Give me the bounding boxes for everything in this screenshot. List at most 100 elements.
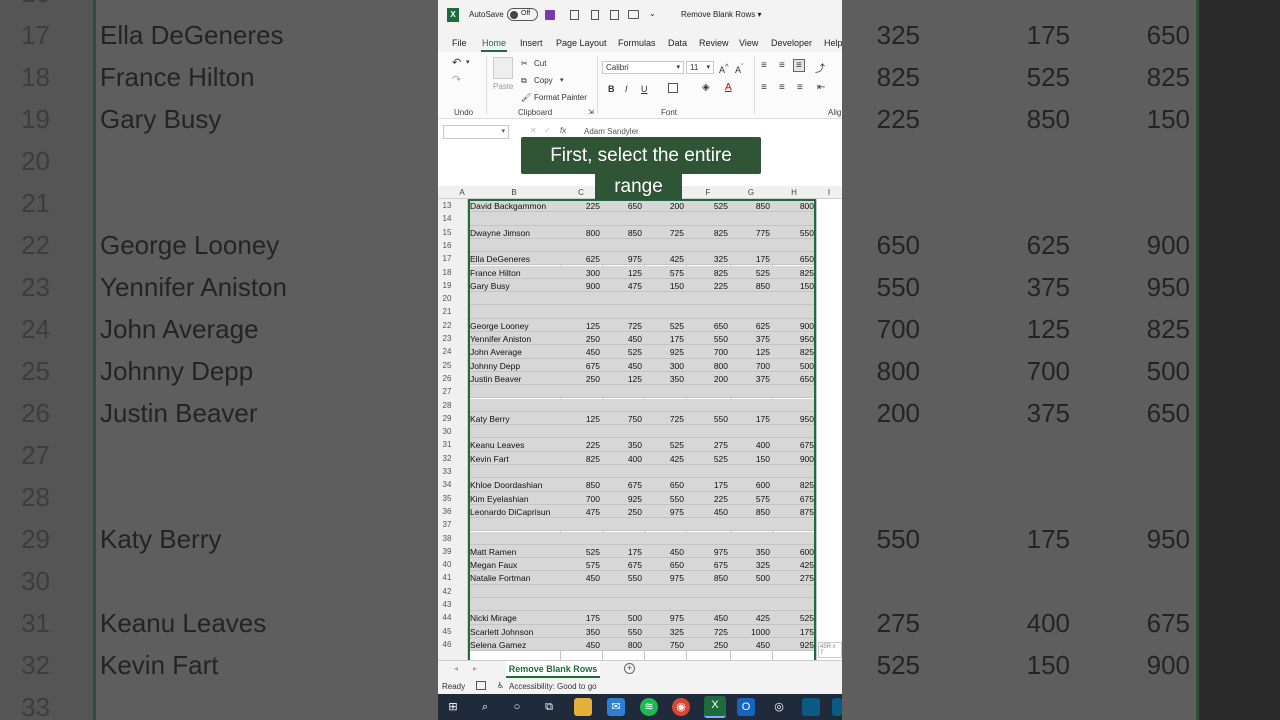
font-color-icon[interactable]: A: [725, 82, 732, 93]
tab-home[interactable]: Home: [482, 38, 506, 48]
add-sheet-icon[interactable]: +: [624, 663, 635, 674]
cell-value[interactable]: 350: [644, 374, 684, 384]
cell-value[interactable]: 800: [560, 228, 600, 238]
cut-icon[interactable]: ✂: [521, 59, 528, 68]
cell-value[interactable]: 125: [602, 374, 642, 384]
cell-value[interactable]: 375: [730, 374, 770, 384]
cell-value[interactable]: 950: [774, 334, 814, 344]
cell-value[interactable]: 500: [730, 573, 770, 583]
column-header[interactable]: F: [686, 188, 730, 197]
tab-help[interactable]: Help: [824, 38, 842, 48]
insert-function-icon[interactable]: fx: [560, 126, 566, 135]
borders-icon[interactable]: [668, 83, 678, 93]
cell-value[interactable]: 675: [688, 560, 728, 570]
row-number[interactable]: 14: [438, 214, 456, 223]
cell-value[interactable]: 900: [560, 281, 600, 291]
cell-value[interactable]: 650: [774, 254, 814, 264]
cell-value[interactable]: 525: [688, 454, 728, 464]
table-row[interactable]: [468, 598, 816, 612]
cell-name[interactable]: Kim Eyelashian: [470, 494, 529, 504]
cell-value[interactable]: 175: [730, 414, 770, 424]
cell-value[interactable]: 500: [774, 361, 814, 371]
table-row[interactable]: [468, 398, 816, 412]
cell-value[interactable]: 725: [644, 414, 684, 424]
cell-value[interactable]: 150: [730, 454, 770, 464]
cell-value[interactable]: 125: [560, 414, 600, 424]
cell-value[interactable]: 325: [730, 560, 770, 570]
cell-name[interactable]: David Backgammon: [470, 201, 546, 211]
cell-name[interactable]: Nicki Mirage: [470, 613, 517, 623]
cortana-icon[interactable]: ○: [508, 698, 526, 716]
cell-value[interactable]: 525: [644, 440, 684, 450]
row-number[interactable]: 15: [438, 228, 456, 237]
align-middle-icon[interactable]: ≡: [779, 60, 785, 71]
tab-view[interactable]: View: [739, 38, 758, 48]
cell-value[interactable]: 750: [644, 640, 684, 650]
cancel-entry-icon[interactable]: ✕: [530, 126, 537, 135]
cell-value[interactable]: 200: [688, 374, 728, 384]
cell-name[interactable]: Megan Faux: [470, 560, 517, 570]
cell-value[interactable]: 450: [560, 640, 600, 650]
table-row[interactable]: [468, 212, 816, 226]
copy-icon[interactable]: ⧉: [521, 76, 527, 86]
cell-name[interactable]: Justin Beaver: [470, 374, 522, 384]
autosave-toggle[interactable]: Off: [507, 8, 538, 21]
cell-value[interactable]: 800: [688, 361, 728, 371]
cell-value[interactable]: 450: [560, 347, 600, 357]
undo-icon[interactable]: ↶: [452, 56, 461, 69]
align-bottom-icon[interactable]: ≡: [793, 59, 805, 72]
cell-value[interactable]: 700: [730, 361, 770, 371]
next-sheet-icon[interactable]: ▸: [473, 664, 477, 673]
cell-value[interactable]: 775: [730, 228, 770, 238]
row-number[interactable]: 26: [438, 374, 456, 383]
column-header[interactable]: I: [816, 188, 842, 197]
row-number[interactable]: 19: [438, 281, 456, 290]
decrease-font-size-icon[interactable]: Aˇ: [735, 62, 744, 75]
cell-value[interactable]: 625: [560, 254, 600, 264]
cell-value[interactable]: 400: [602, 454, 642, 464]
cell-value[interactable]: 325: [644, 627, 684, 637]
row-number[interactable]: 37: [438, 520, 456, 529]
row-number[interactable]: 22: [438, 321, 456, 330]
cell-value[interactable]: 550: [644, 494, 684, 504]
paste-button[interactable]: Paste: [493, 82, 513, 91]
row-number[interactable]: 13: [438, 201, 456, 210]
cell-value[interactable]: 475: [602, 281, 642, 291]
cell-value[interactable]: 125: [602, 268, 642, 278]
copy-button[interactable]: Copy: [534, 76, 553, 85]
cell-value[interactable]: 700: [688, 347, 728, 357]
cell-value[interactable]: 900: [774, 321, 814, 331]
table-row[interactable]: [468, 425, 816, 439]
row-number[interactable]: 39: [438, 547, 456, 556]
quick-print-icon[interactable]: [570, 10, 579, 20]
cell-value[interactable]: 525: [730, 268, 770, 278]
cell-name[interactable]: Keanu Leaves: [470, 440, 524, 450]
cell-value[interactable]: 300: [644, 361, 684, 371]
row-number[interactable]: 30: [438, 427, 456, 436]
cell-value[interactable]: 525: [688, 201, 728, 211]
cell-value[interactable]: 575: [730, 494, 770, 504]
row-number[interactable]: 24: [438, 347, 456, 356]
spotify-icon[interactable]: ≋: [640, 698, 658, 716]
cell-value[interactable]: 475: [560, 507, 600, 517]
copy-dropdown-icon[interactable]: ▾: [560, 76, 564, 84]
row-number[interactable]: 29: [438, 414, 456, 423]
cell-value[interactable]: 225: [560, 440, 600, 450]
cell-value[interactable]: 150: [644, 281, 684, 291]
align-left-icon[interactable]: ≡: [761, 82, 767, 93]
cell-value[interactable]: 225: [688, 494, 728, 504]
cell-value[interactable]: 625: [730, 321, 770, 331]
cell-value[interactable]: 125: [560, 321, 600, 331]
row-number[interactable]: 16: [438, 241, 456, 250]
name-box[interactable]: ▾: [443, 125, 509, 139]
table-row[interactable]: [468, 305, 816, 319]
cell-value[interactable]: 300: [560, 268, 600, 278]
table-row[interactable]: [468, 584, 816, 598]
cell-value[interactable]: 250: [560, 374, 600, 384]
cell-value[interactable]: 525: [602, 347, 642, 357]
column-header[interactable]: H: [772, 188, 816, 197]
cell-value[interactable]: 725: [688, 627, 728, 637]
cell-value[interactable]: 925: [644, 347, 684, 357]
cell-value[interactable]: 425: [774, 560, 814, 570]
cell-value[interactable]: 450: [688, 507, 728, 517]
